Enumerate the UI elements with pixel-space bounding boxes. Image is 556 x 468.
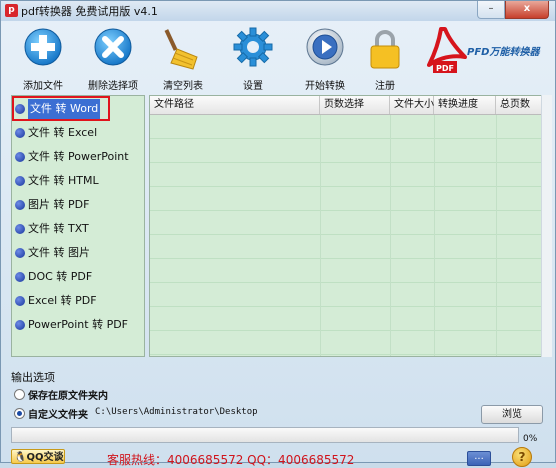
conversion-list: 文件 转 Word 文件 转 Excel 文件 转 PowerPoint 文件 … <box>11 95 145 357</box>
conversion-item-excel-to-pdf[interactable]: Excel 转 PDF <box>14 291 142 311</box>
clear-list-label: 清空列表 <box>163 81 203 92</box>
support-hotline: 客服热线：4006685572 QQ：4006685572 <box>107 453 355 467</box>
brand-text: PFD万能转换器 <box>467 47 540 58</box>
lock-icon <box>370 30 400 69</box>
settings-label: 设置 <box>243 81 263 92</box>
conversion-item-label: Excel 转 PDF <box>28 294 97 307</box>
column-page-select[interactable]: 页数选择 <box>320 96 390 114</box>
table-header: 文件路径 页数选择 文件大小 转换进度 总页数 <box>150 96 542 115</box>
radio-custom-folder[interactable] <box>14 408 25 419</box>
bullet-icon <box>15 248 25 258</box>
column-progress[interactable]: 转换进度 <box>434 96 496 114</box>
qq-icon: 🐧 <box>14 452 27 463</box>
conversion-item-label: 文件 转 TXT <box>28 222 89 235</box>
play-icon <box>306 28 344 66</box>
column-total-pages[interactable]: 总页数 <box>496 96 542 114</box>
bullet-icon <box>15 272 25 282</box>
conversion-progress-bar <box>11 427 519 443</box>
qq-chat-label: QQ交谈 <box>26 452 64 463</box>
start-convert-label: 开始转换 <box>305 81 345 92</box>
app-window: p pdf转换器 免费试用版 v4.1 – x 添加文件 删除选择项 清空列表 … <box>0 0 556 467</box>
radio-save-original-label: 保存在原文件夹内 <box>28 391 108 402</box>
delete-icon <box>94 28 132 66</box>
help-icon[interactable]: ? <box>512 447 532 467</box>
radio-custom-folder-label: 自定义文件夹 <box>28 410 88 421</box>
conversion-item-file-to-txt[interactable]: 文件 转 TXT <box>14 219 142 239</box>
browse-button[interactable]: 浏览 <box>481 405 543 424</box>
output-path-field[interactable]: C:\Users\Administrator\Desktop <box>95 407 258 417</box>
pdf-badge: PDF <box>436 64 454 73</box>
plus-icon <box>24 28 62 66</box>
close-button[interactable]: x <box>505 1 549 19</box>
file-table[interactable]: 文件路径 页数选择 文件大小 转换进度 总页数 <box>149 95 543 357</box>
bullet-icon <box>15 296 25 306</box>
conversion-item-label: 文件 转 Excel <box>28 126 98 139</box>
bullet-icon <box>15 128 25 138</box>
add-file-label: 添加文件 <box>23 81 63 92</box>
conversion-item-file-to-html[interactable]: 文件 转 HTML <box>14 171 142 191</box>
column-divider <box>390 115 391 356</box>
minimize-button[interactable]: – <box>477 1 505 19</box>
conversion-item-doc-to-pdf[interactable]: DOC 转 PDF <box>14 267 142 287</box>
bullet-icon <box>15 320 25 330</box>
selection-highlight <box>12 96 110 121</box>
bullet-icon <box>15 224 25 234</box>
bullet-icon <box>15 176 25 186</box>
conversion-item-file-to-excel[interactable]: 文件 转 Excel <box>14 123 142 143</box>
output-options-title: 输出选项 <box>11 371 55 384</box>
conversion-item-label: DOC 转 PDF <box>28 270 93 283</box>
window-title: pdf转换器 免费试用版 v4.1 <box>21 5 158 18</box>
table-scrollbar[interactable] <box>541 95 552 357</box>
progress-percent: 0% <box>523 434 538 444</box>
conversion-item-file-to-powerpoint[interactable]: 文件 转 PowerPoint <box>14 147 142 167</box>
app-icon: p <box>5 4 18 17</box>
broom-icon <box>164 29 198 70</box>
conversion-item-label: PowerPoint 转 PDF <box>28 318 128 331</box>
conversion-item-label: 文件 转 PowerPoint <box>28 150 129 163</box>
title-bar[interactable]: p pdf转换器 免费试用版 v4.1 – x <box>1 1 555 21</box>
column-file-size[interactable]: 文件大小 <box>390 96 434 114</box>
register-label: 注册 <box>375 81 395 92</box>
bullet-icon <box>15 200 25 210</box>
column-divider <box>496 115 497 356</box>
delete-selected-label: 删除选择项 <box>88 81 138 92</box>
conversion-item-image-to-pdf[interactable]: 图片 转 PDF <box>14 195 142 215</box>
conversion-item-label: 文件 转 HTML <box>28 174 99 187</box>
conversion-item-label: 图片 转 PDF <box>28 198 90 211</box>
window-controls: – x <box>477 1 549 19</box>
bullet-icon <box>15 152 25 162</box>
table-body <box>150 115 542 356</box>
toolbar: 添加文件 删除选择项 清空列表 设置 开始转换 注册 PDF PFD万能转换器 <box>9 27 549 92</box>
column-divider <box>434 115 435 356</box>
column-file-path[interactable]: 文件路径 <box>150 96 320 114</box>
qq-chat-button[interactable]: 🐧QQ交谈 <box>11 449 65 464</box>
pdf-logo-icon: PDF <box>427 27 467 73</box>
conversion-item-powerpoint-to-pdf[interactable]: PowerPoint 转 PDF <box>14 315 142 335</box>
column-divider <box>320 115 321 356</box>
conversion-item-label: 文件 转 图片 <box>28 246 90 259</box>
more-button[interactable]: ... <box>467 451 491 466</box>
radio-save-original[interactable] <box>14 389 25 400</box>
gear-icon <box>233 27 273 67</box>
conversion-item-file-to-image[interactable]: 文件 转 图片 <box>14 243 142 263</box>
